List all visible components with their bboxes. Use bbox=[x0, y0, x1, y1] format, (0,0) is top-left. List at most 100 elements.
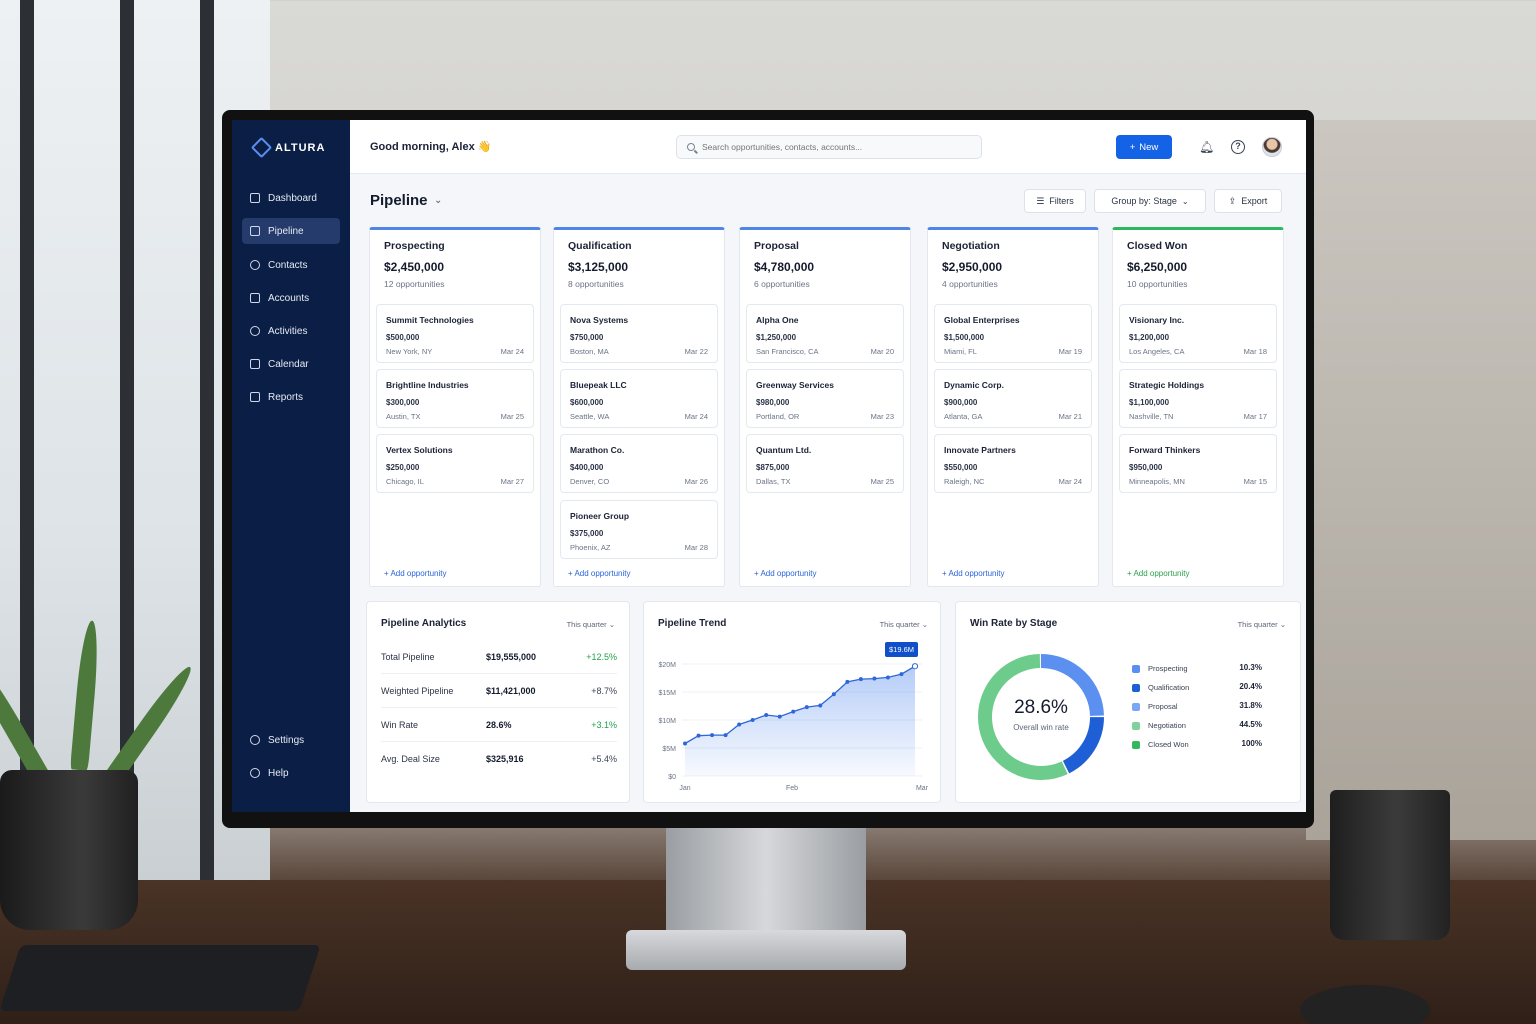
pipeline-analytics-card: Pipeline Analytics This quarter ⌄ Total … bbox=[366, 601, 630, 803]
sidebar-item-label: Reports bbox=[268, 391, 304, 403]
brand-logo-icon bbox=[250, 136, 273, 159]
dashboard-icon bbox=[250, 193, 260, 203]
legend-swatch bbox=[1132, 665, 1140, 673]
group-by-select[interactable]: Group by: Stage ⌄ bbox=[1094, 189, 1206, 213]
sidebar: ALTURA Dashboard Pipeline Contacts Accou… bbox=[232, 120, 350, 812]
stage-total: $2,950,000 bbox=[942, 260, 1003, 274]
deal-card[interactable]: Pioneer Group $375,000 Phoenix, AZ Mar 2… bbox=[560, 500, 718, 559]
deal-location: Boston, MA bbox=[570, 347, 609, 356]
deal-card[interactable]: Innovate Partners $550,000 Raleigh, NC M… bbox=[934, 434, 1092, 493]
deal-card[interactable]: Brightline Industries $300,000 Austin, T… bbox=[376, 369, 534, 428]
deal-amount: $1,250,000 bbox=[756, 333, 797, 342]
stage-name: Qualification bbox=[568, 240, 632, 252]
sidebar-item-label: Help bbox=[268, 767, 289, 779]
add-opportunity-link[interactable]: + Add opportunity bbox=[942, 569, 1005, 578]
deal-card[interactable]: Marathon Co. $400,000 Denver, CO Mar 26 bbox=[560, 434, 718, 493]
add-opportunity-link[interactable]: + Add opportunity bbox=[1127, 569, 1190, 578]
legend-value: 31.8% bbox=[1239, 701, 1262, 710]
deal-name: Dynamic Corp. bbox=[944, 380, 1004, 390]
overall-win-rate-label: Overall win rate bbox=[1013, 723, 1069, 732]
stage-name: Negotiation bbox=[942, 240, 1000, 252]
legend-value: 10.3% bbox=[1239, 663, 1262, 672]
trend-point bbox=[737, 722, 742, 727]
deal-card[interactable]: Visionary Inc. $1,200,000 Los Angeles, C… bbox=[1119, 304, 1277, 363]
sidebar-item-help[interactable]: Help bbox=[242, 760, 340, 786]
new-button[interactable]: + New bbox=[1116, 135, 1172, 159]
metric-value: 28.6% bbox=[486, 720, 512, 730]
deal-location: Atlanta, GA bbox=[944, 412, 983, 421]
help-icon bbox=[250, 768, 260, 778]
help-circle-icon[interactable]: ? bbox=[1231, 140, 1245, 154]
deal-card[interactable]: Nova Systems $750,000 Boston, MA Mar 22 bbox=[560, 304, 718, 363]
monitor-stand bbox=[666, 826, 866, 936]
trend-chart: $0 $5M $10M $15M $20M Jan Feb Mar bbox=[658, 662, 928, 792]
sidebar-item-dashboard[interactable]: Dashboard bbox=[242, 185, 340, 211]
deal-card[interactable]: Alpha One $1,250,000 San Francisco, CA M… bbox=[746, 304, 904, 363]
sidebar-item-pipeline[interactable]: Pipeline bbox=[242, 218, 340, 244]
stage-column: Closed Won $6,250,000 10 opportunities Vi… bbox=[1112, 227, 1284, 587]
bell-icon[interactable]: 🔔︎ bbox=[1199, 140, 1214, 154]
deal-date: Mar 24 bbox=[500, 347, 524, 356]
range-select[interactable]: This quarter ⌄ bbox=[880, 620, 928, 629]
metric-row: Total Pipeline $19,555,000 +12.5% bbox=[381, 640, 617, 674]
add-opportunity-link[interactable]: + Add opportunity bbox=[384, 569, 447, 578]
deal-name: Brightline Industries bbox=[386, 380, 469, 390]
stage-total: $3,125,000 bbox=[568, 260, 629, 274]
trend-point bbox=[804, 705, 809, 710]
brand[interactable]: ALTURA bbox=[250, 136, 325, 159]
sidebar-item-label: Pipeline bbox=[268, 225, 304, 237]
search-icon bbox=[687, 143, 695, 151]
legend-swatch bbox=[1132, 684, 1140, 692]
gear-icon bbox=[250, 735, 260, 745]
sidebar-item-settings[interactable]: Settings bbox=[242, 727, 340, 753]
deal-name: Forward Thinkers bbox=[1129, 445, 1201, 455]
deal-card[interactable]: Dynamic Corp. $900,000 Atlanta, GA Mar 2… bbox=[934, 369, 1092, 428]
plus-icon: + bbox=[1129, 141, 1136, 153]
deal-card[interactable]: Forward Thinkers $950,000 Minneapolis, M… bbox=[1119, 434, 1277, 493]
deal-card[interactable]: Quantum Ltd. $875,000 Dallas, TX Mar 25 bbox=[746, 434, 904, 493]
avatar[interactable] bbox=[1262, 137, 1282, 157]
deal-card[interactable]: Summit Technologies $500,000 New York, N… bbox=[376, 304, 534, 363]
y-tick-label: $15M bbox=[658, 690, 676, 697]
deal-date: Mar 21 bbox=[1058, 412, 1082, 421]
sidebar-item-reports[interactable]: Reports bbox=[242, 384, 340, 410]
search-box[interactable] bbox=[676, 135, 982, 159]
deal-date: Mar 28 bbox=[684, 543, 708, 552]
deal-name: Bluepeak LLC bbox=[570, 380, 627, 390]
office-wall bbox=[1306, 120, 1536, 840]
deal-amount: $1,200,000 bbox=[1129, 333, 1170, 342]
stage-count: 12 opportunities bbox=[384, 279, 445, 289]
filters-button[interactable]: ☰ Filters bbox=[1024, 189, 1086, 213]
sidebar-item-activities[interactable]: Activities bbox=[242, 318, 340, 344]
win-rate-card: Win Rate by Stage This quarter ⌄ 28.6% O… bbox=[955, 601, 1301, 803]
deal-card[interactable]: Bluepeak LLC $600,000 Seattle, WA Mar 24 bbox=[560, 369, 718, 428]
range-select[interactable]: This quarter ⌄ bbox=[1238, 620, 1286, 629]
group-by-label: Group by: Stage bbox=[1111, 196, 1177, 206]
search-input[interactable] bbox=[702, 142, 962, 152]
trend-value-badge: $19.6M bbox=[885, 642, 919, 658]
add-opportunity-link[interactable]: + Add opportunity bbox=[754, 569, 817, 578]
sidebar-item-accounts[interactable]: Accounts bbox=[242, 285, 340, 311]
pipeline-icon bbox=[250, 226, 260, 236]
card-title: Pipeline Trend bbox=[658, 618, 727, 629]
deal-name: Innovate Partners bbox=[944, 445, 1016, 455]
deal-card[interactable]: Global Enterprises $1,500,000 Miami, FL … bbox=[934, 304, 1092, 363]
chevron-down-icon[interactable]: ⌄ bbox=[434, 195, 442, 206]
deal-card[interactable]: Greenway Services $980,000 Portland, OR … bbox=[746, 369, 904, 428]
export-button[interactable]: ⇪ Export bbox=[1214, 189, 1282, 213]
legend-name: Proposal bbox=[1148, 702, 1178, 711]
sidebar-item-calendar[interactable]: Calendar bbox=[242, 351, 340, 377]
range-select[interactable]: This quarter ⌄ bbox=[567, 620, 615, 629]
deal-card[interactable]: Strategic Holdings $1,100,000 Nashville,… bbox=[1119, 369, 1277, 428]
sidebar-item-contacts[interactable]: Contacts bbox=[242, 252, 340, 278]
deal-date: Mar 25 bbox=[500, 412, 524, 421]
stage-column: Qualification $3,125,000 8 opportunities… bbox=[553, 227, 725, 587]
sidebar-item-label: Accounts bbox=[268, 292, 310, 304]
metric-label: Avg. Deal Size bbox=[381, 754, 440, 764]
add-opportunity-link[interactable]: + Add opportunity bbox=[568, 569, 631, 578]
deal-name: Alpha One bbox=[756, 315, 799, 325]
deal-card[interactable]: Vertex Solutions $250,000 Chicago, IL Ma… bbox=[376, 434, 534, 493]
deal-amount: $550,000 bbox=[944, 463, 978, 472]
overall-win-rate: 28.6% bbox=[1014, 697, 1068, 718]
stage-column: Proposal $4,780,000 6 opportunities Alpha… bbox=[739, 227, 911, 587]
